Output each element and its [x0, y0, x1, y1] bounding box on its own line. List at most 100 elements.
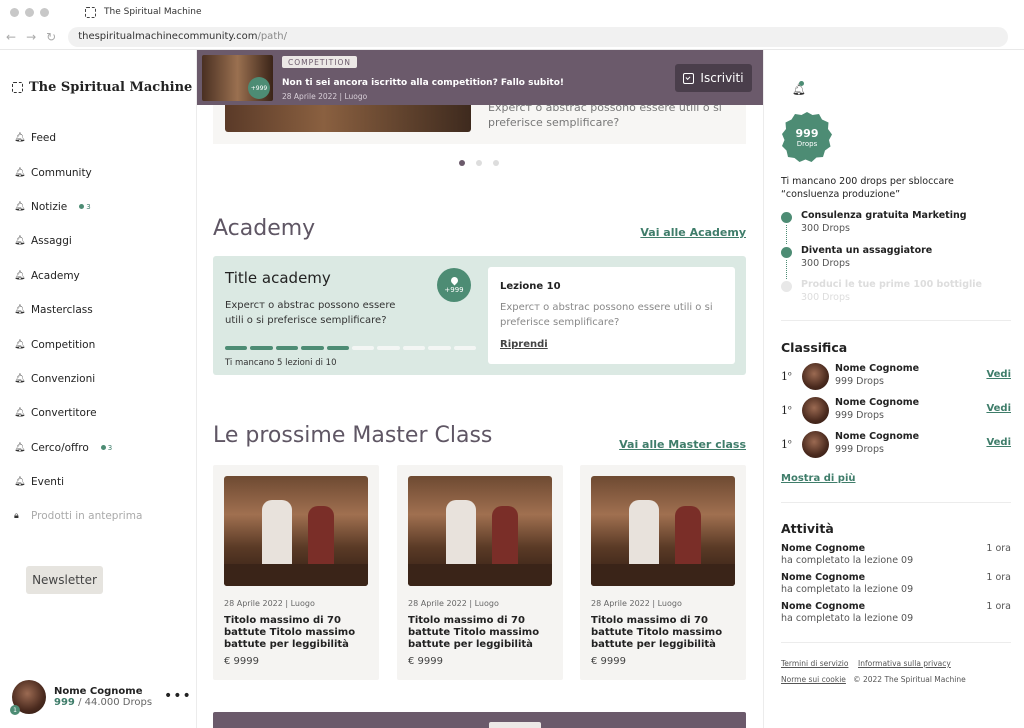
bell-icon: 🔔︎ [14, 442, 26, 453]
academy-remaining: Ti mancano 5 lezioni di 10 [225, 358, 337, 368]
back-icon[interactable]: ← [6, 30, 16, 44]
banner-tag: COMPETITION [282, 56, 357, 68]
masterclass-link[interactable]: Vai alle Master class [619, 438, 746, 451]
logo-text: The Spiritual Machine [29, 80, 193, 95]
masterclass-title: Titolo massimo di 70 battute Titolo mass… [408, 615, 540, 650]
masterclass-date: 28 Aprile 2022 | Luogo [224, 599, 315, 608]
ranking-position: 1o [781, 404, 792, 417]
sidebar-item-masterclass[interactable]: 🔔︎ Masterclass [14, 293, 142, 327]
sidebar-item-academy[interactable]: 🔔︎ Academy [14, 259, 142, 293]
ranking-drops: 999 Drops [835, 376, 884, 387]
terms-link[interactable]: Termini di servizio [781, 659, 848, 668]
progress-segment [428, 346, 451, 350]
sidebar-item-label: Assaggi [31, 235, 72, 248]
sidebar-item-assaggi[interactable]: 🔔︎ Assaggi [14, 224, 142, 258]
sidebar-item-notizie[interactable]: 🔔︎ Notizie 3 [14, 190, 142, 224]
view-link[interactable]: Vedi [986, 437, 1011, 448]
reload-icon[interactable]: ↻ [46, 30, 56, 44]
sidebar-item-community[interactable]: 🔔︎ Community [14, 155, 142, 189]
bell-icon: 🔔︎ [14, 408, 26, 419]
sidebar-item-competition[interactable]: 🔔︎ Competition [14, 327, 142, 361]
forward-icon[interactable]: → [26, 30, 36, 44]
sidebar-item-label: Eventi [31, 476, 64, 489]
featured-card[interactable]: Expercт o abstrac possono essere utili o… [213, 100, 746, 144]
lesson-title: Lezione 10 [500, 281, 561, 292]
sidebar-item-cerco-offro[interactable]: 🔔︎ Cerco/offro 3 [14, 431, 142, 465]
window-controls[interactable] [10, 7, 49, 17]
academy-link[interactable]: Vai alle Academy [640, 226, 746, 239]
sidebar-item-convenzioni[interactable]: 🔔︎ Convenzioni [14, 362, 142, 396]
user-profile[interactable]: 1 Nome Cognome 999 / 44.000 Drops [10, 680, 153, 715]
drops-seal: 999 Drops [782, 112, 832, 162]
sidebar-item-label: Feed [31, 132, 57, 145]
sidebar-item-label: Cerco/offro [31, 441, 89, 454]
ranking-position: 1o [781, 438, 792, 451]
maximize-window-button[interactable] [40, 7, 49, 17]
lesson-card[interactable]: Lezione 10 Expercт o abstrac possono ess… [488, 267, 735, 364]
sidebar-item-feed[interactable]: 🔔︎ Feed [14, 121, 142, 155]
avatar[interactable]: 1 [10, 680, 46, 715]
carousel-dot[interactable] [493, 160, 499, 166]
sidebar-item-label: Prodotti in anteprima [31, 510, 143, 523]
avatar[interactable] [802, 431, 829, 458]
user-drops: 999 / 44.000 Drops [54, 697, 153, 708]
sidebar-nav: 🔔︎ Feed 🔔︎ Community 🔔︎ Notizie 3 🔔︎ Assaggi … [14, 121, 142, 534]
divider [781, 642, 1011, 643]
minimize-window-button[interactable] [25, 7, 34, 17]
carousel-dot[interactable] [476, 160, 482, 166]
close-window-button[interactable] [10, 7, 19, 17]
url-bar[interactable]: thespiritualmachinecommunity.com/path/ [68, 26, 1009, 47]
url-path: /path/ [257, 31, 287, 42]
masterclass-card[interactable]: 28 Aprile 2022 | Luogo Titolo massimo di… [580, 465, 746, 680]
ranking-name: Nome Cognome [835, 397, 920, 408]
sidebar-item-convertitore[interactable]: 🔔︎ Convertitore [14, 396, 142, 430]
subscribe-button[interactable]: Iscriviti [675, 64, 752, 92]
cookie-link[interactable]: Norme sui cookie [781, 675, 846, 684]
rewards-timeline: Consulenza gratuita Marketing 300 Drops D… [781, 210, 982, 314]
masterclass-card[interactable]: 28 Aprile 2022 | Luogo Titolo massimo di… [397, 465, 563, 680]
browser-tab[interactable]: The Spiritual Machine [85, 6, 202, 18]
academy-card[interactable]: Title academy Expercт o abstrac possono … [213, 256, 746, 375]
resume-link[interactable]: Riprendi [500, 339, 548, 350]
ranking-title: Classifica [781, 340, 848, 355]
more-icon[interactable]: ••• [164, 688, 192, 704]
notifications-bell-icon[interactable]: 🔔︎ [792, 81, 806, 96]
next-section-card[interactable] [213, 712, 746, 728]
avatar[interactable] [802, 363, 829, 390]
ranking-position: 1o [781, 370, 792, 383]
activity-item: Nome Cognome ha completato la lezione 09 1… [781, 601, 1011, 624]
progress-segment [225, 346, 248, 350]
privacy-link[interactable]: Informativa sulla privacy [858, 659, 951, 668]
masterclass-title: Titolo massimo di 70 battute Titolo mass… [591, 615, 723, 650]
notification-badge: 3 [79, 203, 91, 211]
newsletter-button[interactable]: Newsletter [26, 566, 103, 594]
view-link[interactable]: Vedi [986, 403, 1011, 414]
logo[interactable]: The Spiritual Machine [12, 80, 192, 95]
footer-links-row2: Norme sui cookie © 2022 The Spiritual Ma… [781, 675, 966, 684]
masterclass-card[interactable]: 28 Aprile 2022 | Luogo Titolo massimo di… [213, 465, 379, 680]
copyright: © 2022 The Spiritual Machine [853, 675, 966, 684]
ranking-name: Nome Cognome [835, 363, 920, 374]
masterclass-date: 28 Aprile 2022 | Luogo [591, 599, 682, 608]
right-panel: 🔔︎ 999 Drops Ti mancano 200 drops per sb… [763, 50, 1024, 728]
masterclass-price: € 9999 [591, 656, 626, 667]
view-link[interactable]: Vedi [986, 369, 1011, 380]
carousel-dot[interactable] [459, 160, 465, 166]
avatar[interactable] [802, 397, 829, 424]
show-more-link[interactable]: Mostra di più [781, 473, 856, 484]
subscribe-label: Iscriviti [700, 71, 744, 85]
academy-card-title: Title academy [225, 269, 331, 287]
ranking-name: Nome Cognome [835, 431, 920, 442]
bell-icon: 🔔︎ [14, 133, 26, 144]
sidebar-item-eventi[interactable]: 🔔︎ Eventi [14, 465, 142, 499]
sidebar-item-label: Masterclass [31, 304, 93, 317]
bell-icon: 🔔︎ [14, 477, 26, 488]
lesson-desc: Expercт o abstrac possono essere utili o… [500, 302, 713, 328]
browser-titlebar: The Spiritual Machine [0, 0, 1024, 24]
academy-progress-bar [225, 346, 476, 350]
bell-icon: 🔔︎ [14, 339, 26, 350]
bell-icon: 🔔︎ [14, 167, 26, 178]
url-host: thespiritualmachinecommunity.com [78, 31, 258, 42]
banner-text: Non ti sei ancora iscritto alla competit… [282, 78, 564, 88]
divider [781, 502, 1011, 503]
